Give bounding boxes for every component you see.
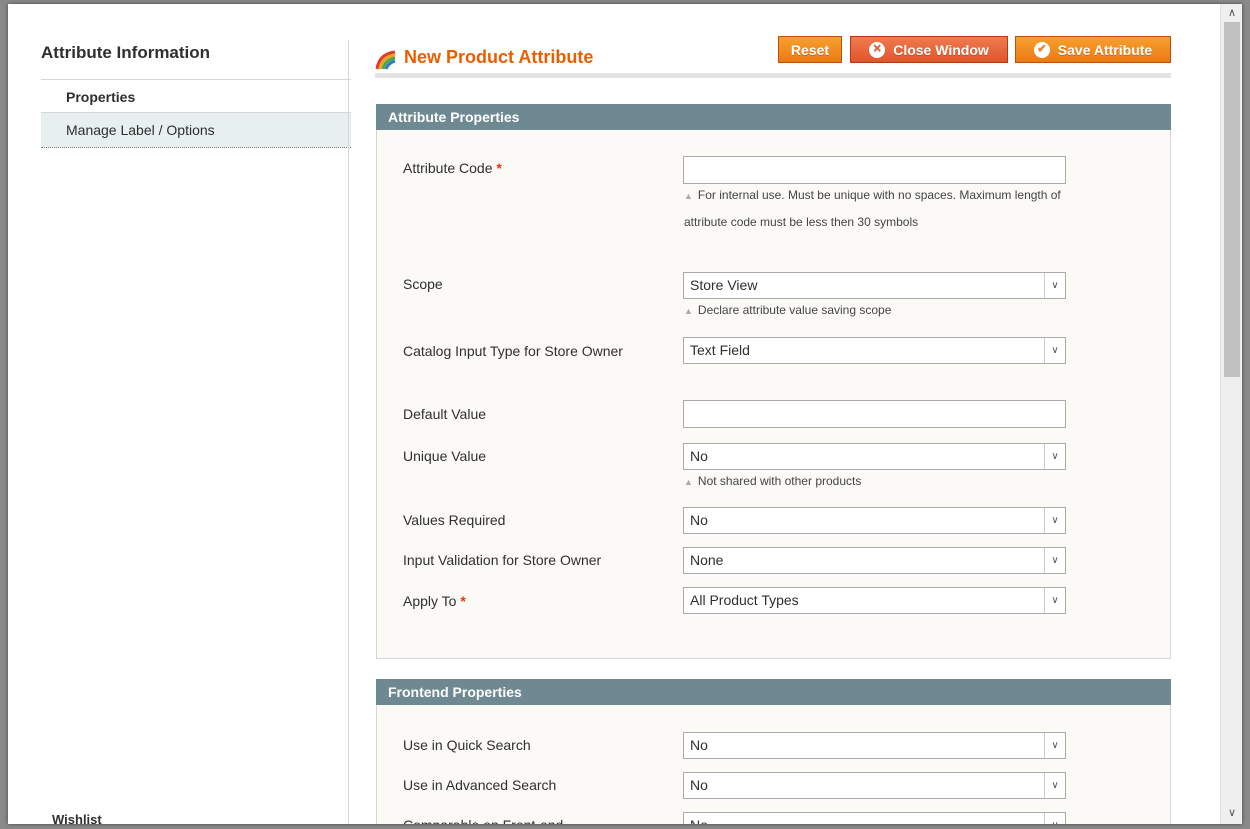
save-button-label: Save Attribute: [1057, 41, 1153, 58]
quick-search-select[interactable]: No ∨: [683, 732, 1066, 759]
scope-select[interactable]: Store View ∨: [683, 272, 1066, 299]
chevron-down-icon: ∨: [1044, 773, 1065, 798]
rainbow-icon: [375, 50, 396, 70]
comparable-select[interactable]: No∨: [683, 812, 1066, 824]
unique-value-note: ▲ Not shared with other products: [684, 474, 862, 488]
triangle-icon: ▲: [684, 191, 693, 201]
checkmark-icon: ✔: [1033, 41, 1050, 58]
sidebar-title: Attribute Information: [41, 40, 351, 80]
values-required-label: Values Required: [403, 512, 506, 528]
scroll-thumb[interactable]: [1224, 22, 1240, 377]
default-value-input[interactable]: [683, 400, 1066, 428]
close-window-button[interactable]: ✕ Close Window: [850, 36, 1008, 63]
advanced-search-select[interactable]: No ∨: [683, 772, 1066, 799]
sidebar: Attribute Information Properties Manage …: [41, 40, 351, 148]
chevron-down-icon: ∨: [1044, 444, 1065, 469]
advanced-search-label: Use in Advanced Search: [403, 777, 557, 793]
input-type-label: Catalog Input Type for Store Owner: [403, 343, 623, 359]
sidebar-divider: [348, 40, 349, 824]
chevron-down-icon: ∨: [1044, 273, 1065, 298]
values-required-select[interactable]: No ∨: [683, 507, 1066, 534]
reset-button[interactable]: Reset: [778, 36, 842, 63]
close-button-label: Close Window: [893, 41, 989, 58]
quick-search-label: Use in Quick Search: [403, 737, 531, 753]
input-type-select[interactable]: Text Field ∨: [683, 337, 1066, 364]
chevron-down-icon: ∨: [1044, 548, 1065, 573]
popup-window: Attribute Information Properties Manage …: [8, 4, 1242, 824]
chevron-down-icon: ∨: [1044, 733, 1065, 758]
attribute-code-note: ▲ For internal use. Must be unique with n…: [684, 188, 1061, 229]
apply-to-select[interactable]: All Product Types ∨: [683, 587, 1066, 614]
scroll-down-icon[interactable]: ∨: [1221, 806, 1242, 820]
vertical-scrollbar[interactable]: ∧ ∨: [1220, 4, 1242, 824]
page-title: New Product Attribute: [404, 47, 594, 67]
frontend-properties-header: Frontend Properties: [376, 679, 1171, 705]
chevron-down-icon: ∨: [1044, 338, 1065, 363]
reset-button-label: Reset: [790, 41, 830, 58]
attribute-properties-header: Attribute Properties: [376, 104, 1171, 130]
default-value-label: Default Value: [403, 406, 487, 422]
scope-note: ▲ Declare attribute value saving scope: [684, 303, 892, 317]
save-attribute-button[interactable]: ✔ Save Attribute: [1015, 36, 1171, 63]
attribute-code-label: Attribute Code *: [403, 160, 502, 176]
chevron-down-icon: ∨: [1044, 813, 1065, 824]
triangle-icon: ▲: [684, 306, 693, 316]
chevron-down-icon: ∨: [1044, 508, 1065, 533]
triangle-icon: ▲: [684, 477, 693, 487]
attribute-code-input[interactable]: [683, 156, 1066, 184]
chevron-down-icon: ∨: [1044, 588, 1065, 613]
frontend-properties-box: [376, 705, 1171, 824]
scroll-up-icon[interactable]: ∧: [1221, 6, 1242, 20]
title-underline: [375, 73, 1171, 78]
background-peek-text: Wishlist: [52, 812, 102, 827]
close-icon: ✕: [869, 41, 886, 58]
comparable-label: Comparable on Front-end: [403, 814, 563, 824]
input-validation-select[interactable]: None ∨: [683, 547, 1066, 574]
tab-properties[interactable]: Properties: [41, 80, 351, 112]
apply-to-label: Apply To *: [403, 593, 466, 609]
tab-manage-label-options[interactable]: Manage Label / Options: [41, 112, 351, 148]
unique-value-select[interactable]: No ∨: [683, 443, 1066, 470]
scope-label: Scope: [403, 276, 443, 292]
input-validation-label: Input Validation for Store Owner: [403, 552, 602, 568]
unique-value-label: Unique Value: [403, 448, 487, 464]
